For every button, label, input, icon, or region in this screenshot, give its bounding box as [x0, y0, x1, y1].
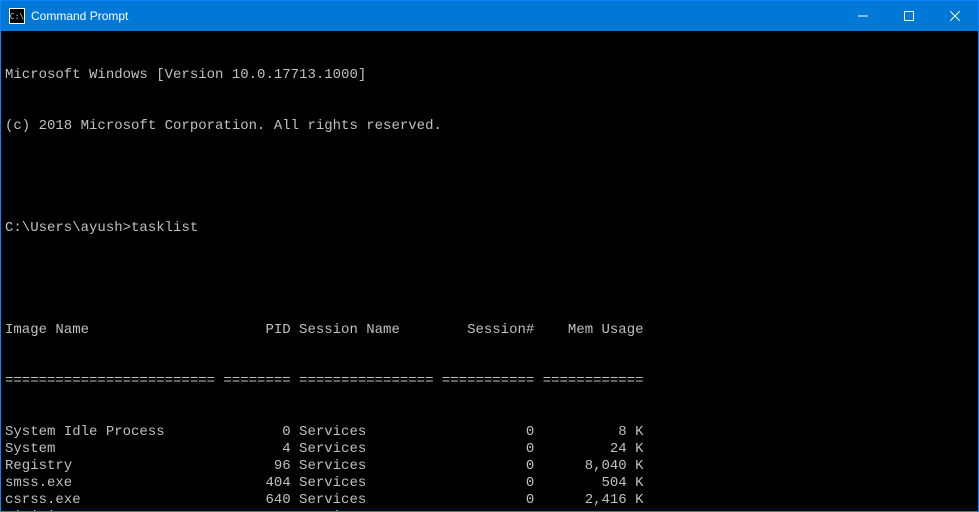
app-icon: C:\	[9, 8, 25, 24]
table-row: smss.exe 404 Services 0 504 K	[5, 475, 974, 492]
maximize-button[interactable]	[886, 1, 932, 31]
command-prompt-window: C:\ Command Prompt Microsoft Windows [Ve…	[0, 0, 979, 512]
table-row: Registry 96 Services 0 8,040 K	[5, 458, 974, 475]
table-row: System 4 Services 0 24 K	[5, 441, 974, 458]
copyright-line: (c) 2018 Microsoft Corporation. All righ…	[5, 118, 974, 135]
titlebar[interactable]: C:\ Command Prompt	[1, 1, 978, 31]
terminal-output[interactable]: Microsoft Windows [Version 10.0.17713.10…	[1, 31, 978, 511]
table-row: System Idle Process 0 Services 0 8 K	[5, 424, 974, 441]
close-icon	[950, 11, 960, 21]
table-header: Image Name PID Session Name Session# Mem…	[5, 322, 974, 339]
window-title: Command Prompt	[31, 9, 840, 23]
blank-line	[5, 271, 974, 288]
prompt-path: C:\Users\ayush>	[5, 220, 131, 236]
version-line: Microsoft Windows [Version 10.0.17713.10…	[5, 67, 974, 84]
process-list: System Idle Process 0 Services 0 8 KSyst…	[5, 424, 974, 511]
minimize-button[interactable]	[840, 1, 886, 31]
table-row: wininit.exe 736 Services 0 2,280 K	[5, 509, 974, 511]
table-divider: ========================= ======== =====…	[5, 373, 974, 390]
close-button[interactable]	[932, 1, 978, 31]
blank-line	[5, 169, 974, 186]
table-row: csrss.exe 640 Services 0 2,416 K	[5, 492, 974, 509]
maximize-icon	[904, 11, 914, 21]
window-controls	[840, 1, 978, 31]
minimize-icon	[858, 11, 868, 21]
command-text: tasklist	[131, 220, 198, 236]
prompt-line: C:\Users\ayush>tasklist	[5, 220, 974, 237]
